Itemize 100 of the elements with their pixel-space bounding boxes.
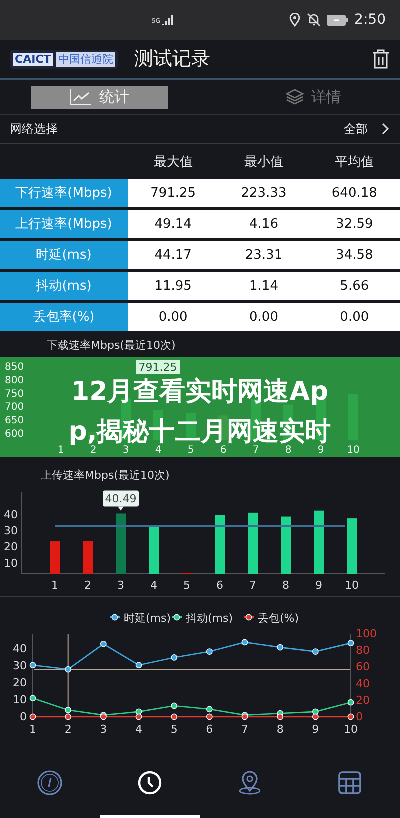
axis-label: 7 (242, 723, 248, 735)
row-label: 抖动(ms) (0, 272, 128, 300)
legend-label: 丢包(%) (258, 612, 300, 625)
data-point (348, 714, 354, 720)
chevron-right-icon[interactable] (382, 123, 390, 135)
axis-label: 1 (58, 445, 64, 456)
column-header: 平均值 (334, 154, 376, 170)
data-point (312, 648, 319, 655)
axis-label: 6 (220, 445, 227, 456)
axis-label: 0 (356, 710, 363, 724)
data-point (348, 640, 354, 647)
tab[interactable]: 详情 (245, 86, 382, 108)
axis-label: 650 (5, 416, 24, 427)
axis-label: 9 (312, 723, 320, 735)
data-point (348, 699, 354, 706)
logo: CAICT 中国信通院 (10, 50, 118, 68)
bar (215, 515, 225, 574)
axis-label: 100 (356, 628, 377, 640)
data-point (171, 702, 178, 710)
line-chart-icon (70, 88, 92, 106)
data-point (277, 644, 284, 651)
data-point (206, 648, 213, 655)
bar (149, 527, 159, 574)
data-point (100, 640, 107, 648)
tab[interactable]: 统计 (31, 86, 168, 108)
tooltip: 791.25 (136, 360, 180, 374)
axis-label: 2 (64, 723, 72, 735)
axis-label: 4 (150, 579, 158, 592)
layers-icon (286, 88, 304, 106)
legend-marker (110, 614, 120, 621)
axis-label: 30 (13, 660, 27, 673)
axis-label: 1 (52, 579, 58, 592)
axis-label: 10 (345, 579, 359, 592)
legend-label: 时延(ms) (124, 612, 172, 625)
headline-text: 12月查看实时网速Ap (72, 377, 328, 407)
trash-icon[interactable] (372, 49, 390, 69)
axis-label: 8 (276, 723, 284, 735)
bar (116, 514, 126, 574)
table-cell-text: 11.95 (154, 278, 193, 294)
axis-label: 20 (4, 540, 18, 554)
data-point (136, 662, 142, 669)
table-cell-text: 23.31 (244, 248, 284, 262)
axis-label: 1 (30, 723, 36, 735)
network-select-label: 网络选择 (10, 120, 58, 138)
annotation: 40.49 (105, 492, 137, 506)
bar (281, 516, 291, 574)
axis-label: 10 (4, 556, 18, 570)
gauge-icon (37, 770, 63, 796)
headline-text: p,揭秘十二月网速实时 (68, 417, 332, 447)
axis-label: 8 (282, 579, 290, 592)
clock-time: 2:50 (354, 12, 386, 28)
battery-icon (326, 14, 349, 26)
table-icon (338, 771, 362, 795)
table-cell-text: 791.25 (150, 186, 198, 200)
row-label: 上行速率(Mbps) (0, 210, 128, 238)
axis-label: 4 (136, 723, 142, 735)
axis-label: 9 (316, 579, 322, 592)
axis-label: 20 (356, 694, 370, 707)
data-point (30, 662, 36, 669)
axis-label: 2 (90, 445, 97, 456)
table-cell-text: 0.00 (158, 310, 189, 324)
chart-title: 上传速率Mbps(最近10次) (41, 469, 170, 482)
axis-label: 10 (13, 694, 27, 707)
axis-label: 3 (118, 579, 124, 592)
tooltip: 40.49 (103, 490, 139, 511)
bell-muted-icon (306, 13, 321, 27)
data-point (242, 639, 248, 646)
screen-title: 测试记录 (134, 47, 210, 72)
axis-label: 5 (170, 723, 178, 735)
axis-label: 3 (100, 723, 108, 735)
axis-label: 600 (5, 429, 24, 440)
table-cell-text: 49.14 (154, 216, 193, 232)
axis-label: 750 (5, 388, 24, 400)
axis-label: 80 (356, 644, 370, 658)
row-label: 下行速率(Mbps) (0, 179, 128, 207)
table-cell-text: 1.14 (248, 278, 280, 294)
axis-label: 700 (5, 402, 24, 414)
axis-label: 7 (250, 579, 256, 592)
column-header: 最大值 (152, 154, 194, 170)
network-select-value[interactable]: 全部 (344, 120, 368, 138)
table-cell-text: 223.33 (240, 186, 288, 200)
clock-icon (138, 771, 162, 795)
table-cell-text: 0.00 (339, 310, 370, 324)
table-cell-text: 32.59 (335, 216, 374, 232)
table-cell-text: 34.58 (335, 248, 374, 262)
axis-label: 40 (13, 642, 27, 656)
axis-label: 0 (20, 710, 27, 724)
table-cell-text: 44.17 (154, 248, 193, 262)
column-header: 最小值 (243, 154, 284, 170)
data-point (171, 654, 178, 661)
axis-label: 800 (5, 375, 24, 386)
axis-label: 850 (5, 362, 24, 373)
bar (50, 542, 60, 574)
axis-label: 30 (4, 524, 18, 538)
axis-label: 10 (344, 723, 358, 735)
axis-label: 40 (356, 677, 370, 690)
data-point (30, 695, 36, 702)
chart-title: 下载速率Mbps(最近10次) (47, 339, 176, 352)
table-cell-text: 640.18 (330, 186, 378, 200)
data-point (171, 714, 178, 720)
